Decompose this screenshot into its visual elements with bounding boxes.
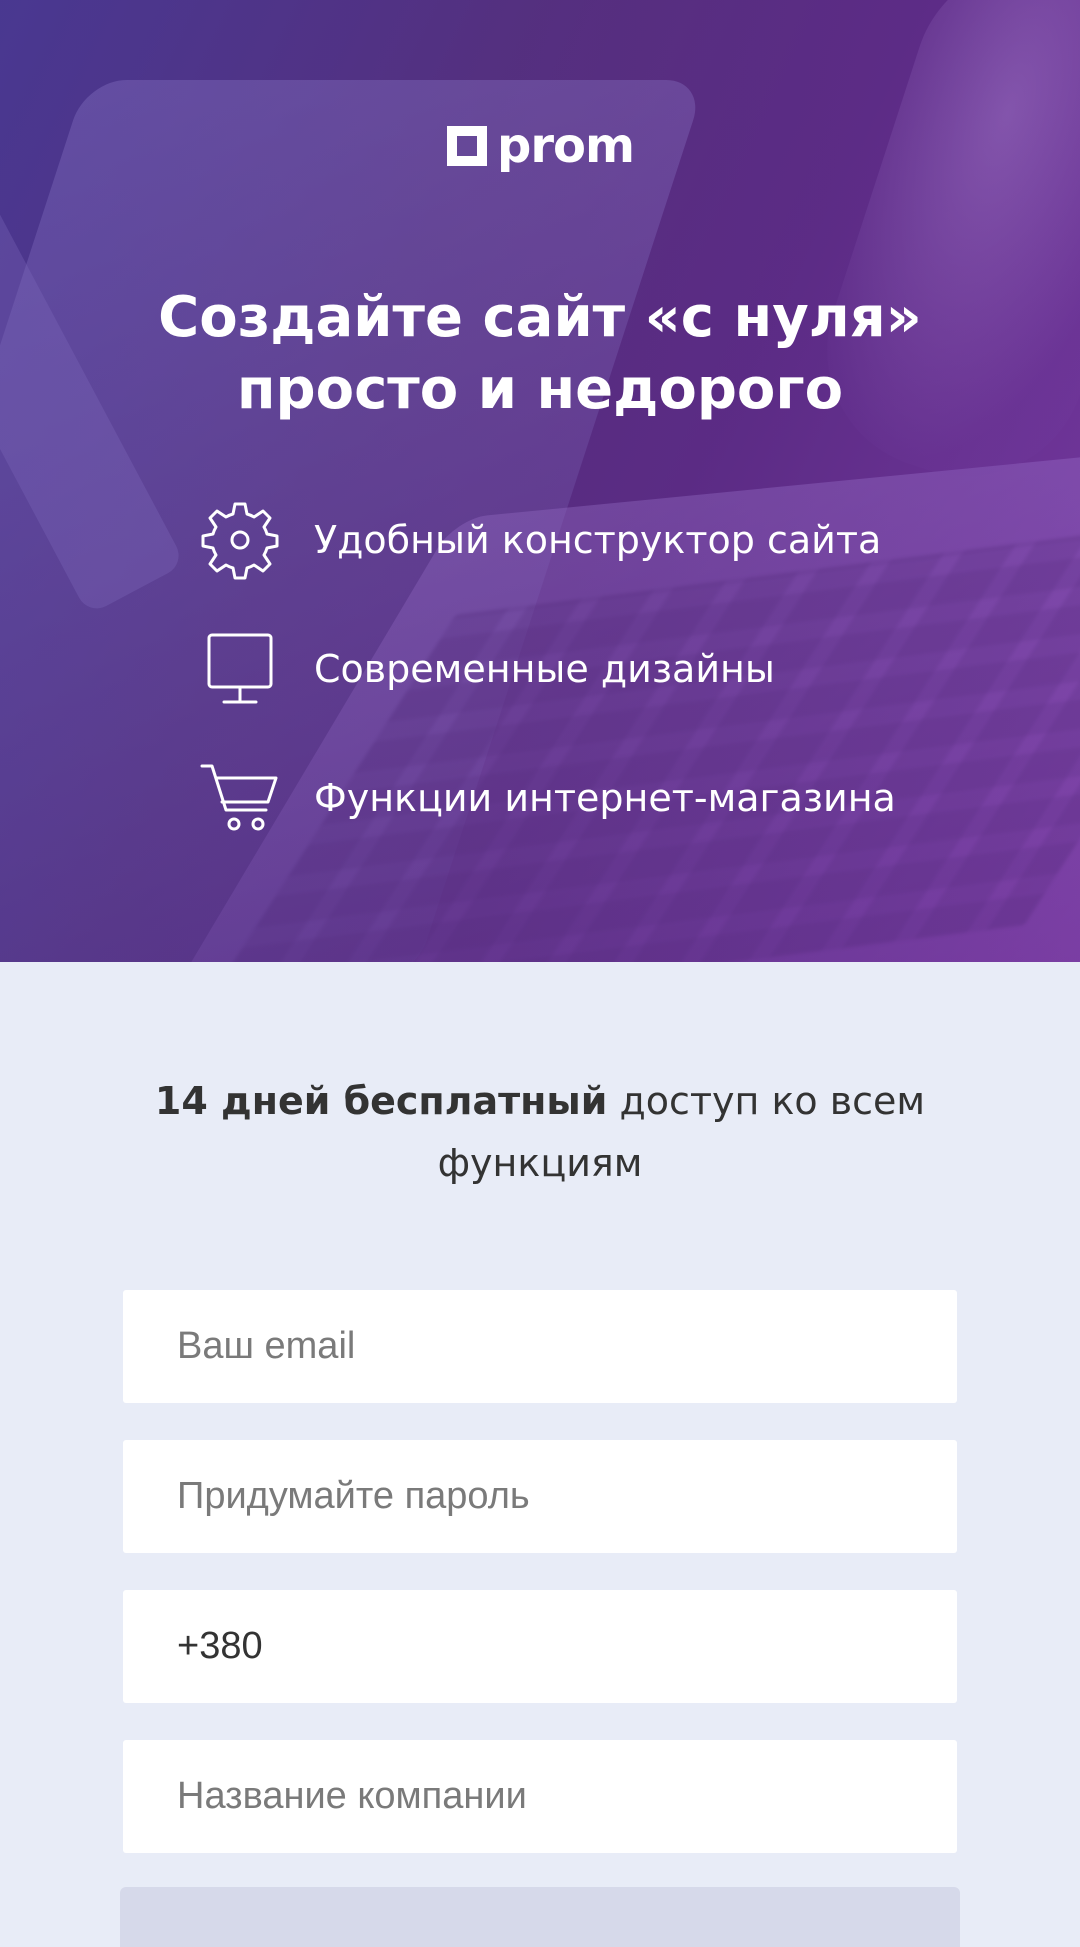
feature-item: Удобный конструктор сайта <box>198 500 896 580</box>
feature-item: Функции интернет-магазина <box>198 758 896 838</box>
phone-field[interactable] <box>123 1590 957 1703</box>
company-name-field[interactable] <box>123 1740 957 1853</box>
feature-label: Функции интернет-магазина <box>314 776 896 820</box>
trial-promo-text: 14 дней бесплатный доступ ко всем функци… <box>140 1070 940 1194</box>
gear-icon <box>198 500 282 580</box>
headline-line-1: Создайте сайт «с нуля» <box>158 285 922 350</box>
page-title: Создайте сайт «с нуля» просто и недорого <box>0 282 1080 426</box>
logo-text: prom <box>497 118 635 174</box>
email-field[interactable] <box>123 1290 957 1403</box>
submit-button[interactable] <box>120 1887 960 1947</box>
prom-logo[interactable]: prom <box>447 118 635 174</box>
logo-square-icon <box>447 126 487 166</box>
feature-label: Удобный конструктор сайта <box>314 518 882 562</box>
cart-icon <box>198 758 282 838</box>
password-field[interactable] <box>123 1440 957 1553</box>
headline-line-2: просто и недорого <box>236 357 844 422</box>
feature-label: Современные дизайны <box>314 647 775 691</box>
hero-banner: prom Создайте сайт «с нуля» просто и нед… <box>0 0 1080 962</box>
monitor-icon <box>198 629 282 709</box>
trial-promo-bold: 14 дней бесплатный <box>154 1079 608 1123</box>
feature-item: Современные дизайны <box>198 629 896 709</box>
feature-list: Удобный конструктор сайта Современные ди… <box>198 500 896 887</box>
